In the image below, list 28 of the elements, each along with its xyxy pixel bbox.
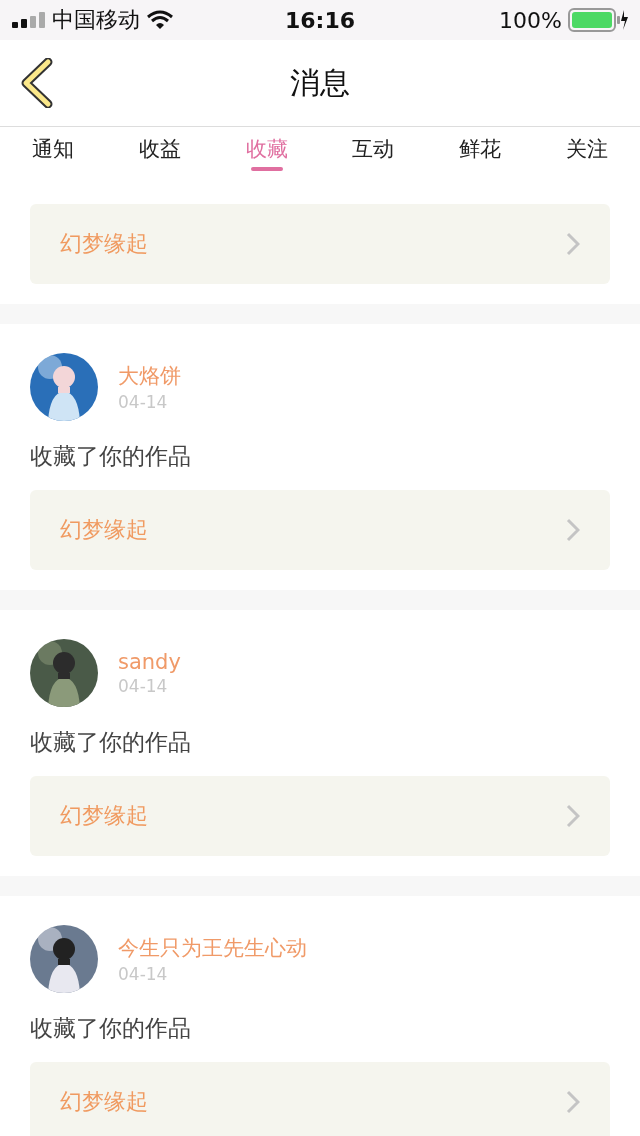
message-text: 收藏了你的作品 — [30, 1014, 192, 1043]
tab[interactable]: 通知 — [0, 127, 107, 172]
page-title: 消息 — [290, 63, 350, 102]
user-name[interactable]: 今生只为王先生心动 — [118, 934, 307, 962]
chevron-right-icon — [566, 518, 580, 542]
chevron-right-icon — [566, 1090, 580, 1114]
battery-percent: 100% — [499, 7, 562, 33]
battery-icon — [568, 8, 628, 32]
tab[interactable]: 互动 — [320, 127, 427, 172]
chevron-right-icon — [566, 804, 580, 828]
carrier-name: 中国移动 — [52, 6, 140, 34]
work-link[interactable]: 幻梦缘起 — [30, 204, 610, 284]
user-name[interactable]: 大烙饼 — [118, 362, 181, 390]
tab[interactable]: 鲜花 — [426, 127, 534, 172]
wifi-icon — [146, 10, 174, 30]
message-text: 收藏了你的作品 — [30, 728, 192, 757]
message-text: 收藏了你的作品 — [30, 442, 192, 471]
tab[interactable]: 收益 — [106, 127, 214, 172]
work-link[interactable]: 幻梦缘起 — [30, 1062, 610, 1136]
clock: 16:16 — [285, 7, 355, 33]
work-link[interactable]: 幻梦缘起 — [30, 776, 610, 856]
work-link[interactable]: 幻梦缘起 — [30, 490, 610, 570]
tab[interactable]: 收藏 — [213, 127, 320, 172]
tab[interactable]: 关注 — [533, 127, 640, 172]
back-icon[interactable] — [20, 58, 54, 108]
signal-icon — [12, 12, 46, 28]
chevron-right-icon — [566, 232, 580, 256]
user-name[interactable]: sandy — [118, 650, 181, 674]
